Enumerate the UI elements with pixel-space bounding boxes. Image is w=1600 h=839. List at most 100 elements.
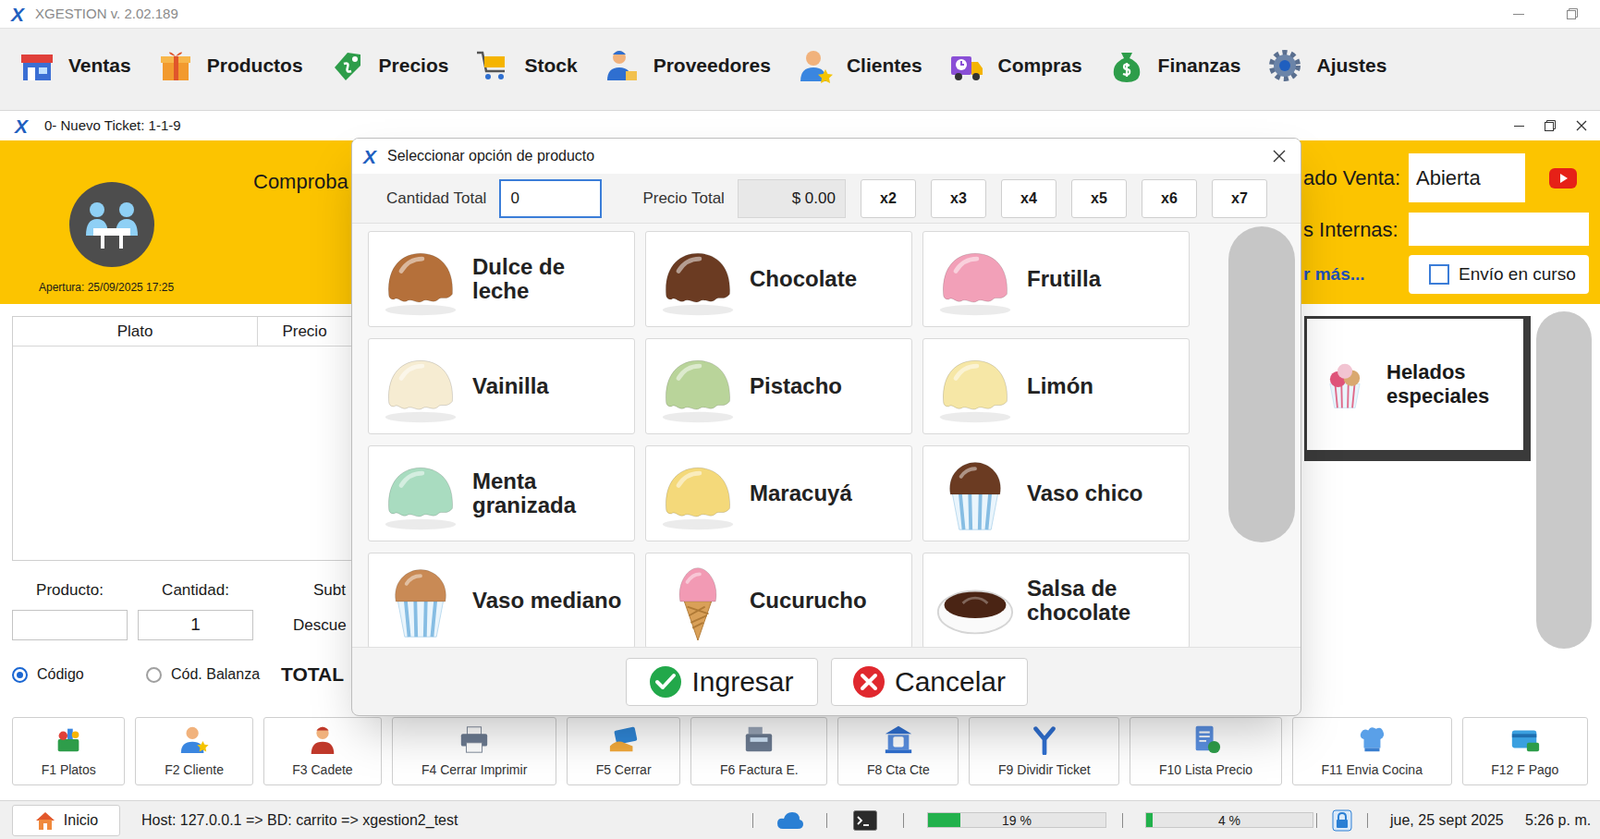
see-more-link[interactable]: r más... — [1303, 261, 1409, 289]
menu-item[interactable]: Precios — [329, 47, 450, 85]
function-key-button[interactable]: F1 Platos — [12, 717, 125, 786]
minimize-button[interactable] — [1513, 13, 1525, 15]
category-panel: Helados especiales — [1304, 304, 1600, 712]
terminal-button[interactable] — [853, 810, 878, 831]
multiplier-button[interactable]: x3 — [930, 179, 987, 219]
code-mode-radio[interactable]: Cód. Balanza — [137, 663, 254, 686]
product-option-tile[interactable]: Vainilla — [367, 338, 636, 435]
total-quantity-label: Cantidad Total — [386, 186, 487, 211]
chef-hat-icon — [1355, 723, 1388, 756]
status-separator — [1316, 813, 1318, 829]
quantity-label: Cantidad: — [137, 578, 254, 603]
status-separator — [826, 813, 828, 829]
multiplier-button[interactable]: x7 — [1211, 179, 1268, 219]
courier-icon — [306, 723, 339, 756]
home-button[interactable]: Inicio — [12, 805, 121, 837]
security-button[interactable] — [1331, 809, 1353, 832]
product-input[interactable] — [12, 610, 128, 641]
app-logo: X — [363, 146, 377, 167]
money-bag-icon — [1108, 47, 1146, 85]
menu-item[interactable]: Clientes — [796, 47, 923, 85]
product-option-tile[interactable]: Frutilla — [922, 231, 1190, 328]
dialog-close-button[interactable] — [1272, 149, 1286, 163]
notes-field[interactable] — [1408, 212, 1589, 246]
shipping-checkbox[interactable] — [1429, 264, 1450, 285]
product-option-scrollbar[interactable] — [1228, 226, 1295, 543]
status-separator — [903, 813, 904, 829]
ok-button[interactable]: Ingresar — [625, 658, 819, 707]
multiplier-button[interactable]: x6 — [1141, 179, 1197, 219]
gear-icon — [1266, 47, 1304, 85]
shipping-checkbox-field[interactable]: Envío en curso — [1408, 255, 1589, 294]
status-date: jue, 25 sept 2025 — [1390, 809, 1526, 832]
store-icon — [18, 47, 56, 85]
category-scrollbar[interactable] — [1536, 311, 1592, 649]
status-separator — [752, 813, 754, 829]
cancel-button[interactable]: Cancelar — [830, 658, 1028, 707]
close-button[interactable] — [1575, 120, 1588, 132]
ice-cream-scoop-icon — [930, 346, 1020, 427]
quantity-input[interactable]: 1 — [137, 610, 254, 641]
total-price-label: Precio Total — [642, 186, 725, 211]
function-key-button[interactable]: F5 Cerrar — [566, 717, 681, 786]
check-circle-icon — [648, 665, 683, 699]
menu-item[interactable]: Finanzas — [1108, 47, 1242, 85]
total-quantity-input[interactable]: 0 — [499, 179, 602, 219]
function-key-button[interactable]: F8 Cta Cte — [837, 717, 959, 786]
product-option-tile[interactable]: Limón — [922, 338, 1190, 435]
status-separator — [1122, 813, 1124, 829]
price-tag-icon — [329, 47, 367, 85]
ice-cream-scoop-icon — [653, 346, 743, 427]
function-key-button[interactable]: F9 Dividir Ticket — [968, 717, 1120, 786]
terminal-icon — [853, 810, 878, 831]
status-separator — [1367, 813, 1368, 829]
product-option-tile[interactable]: Salsa de chocolate — [922, 552, 1190, 648]
truck-icon — [948, 47, 986, 85]
menu-item[interactable]: Proveedores — [603, 47, 771, 85]
product-option-tile[interactable]: Vaso chico — [922, 445, 1190, 542]
function-key-button[interactable]: F12 F Pago — [1462, 717, 1588, 786]
multiplier-button[interactable]: x4 — [1001, 179, 1057, 219]
code-mode-radio[interactable]: Código — [12, 663, 128, 686]
app-window: X XGESTION v. 2.02.189 Ventas Productos … — [0, 0, 1600, 839]
function-key-button[interactable]: F3 Cadete — [263, 717, 383, 786]
menu-item[interactable]: Ventas — [18, 47, 132, 85]
product-option-tile[interactable]: Cucurucho — [645, 552, 913, 648]
app-logo: X — [14, 116, 28, 136]
usage-meter: 4 % — [1145, 812, 1314, 829]
dialog-title-bar: X Seleccionar opción de producto — [352, 138, 1301, 174]
function-key-button[interactable]: F4 Cerrar Imprimir — [391, 717, 557, 786]
product-option-tile[interactable]: Vaso mediano — [367, 552, 636, 648]
menu-item[interactable]: Ajustes — [1266, 47, 1387, 85]
function-key-button[interactable]: F11 Envia Cocina — [1292, 717, 1453, 786]
category-card[interactable]: Helados especiales — [1304, 316, 1531, 462]
restore-button[interactable] — [1566, 8, 1578, 20]
product-option-tile[interactable]: Menta granizada — [367, 445, 636, 542]
multiplier-button[interactable]: x2 — [860, 179, 917, 219]
cloud-button[interactable] — [776, 810, 805, 831]
product-option-tile[interactable]: Maracuyá — [645, 445, 913, 542]
restore-button[interactable] — [1544, 120, 1556, 132]
notes-label: s Internas: — [1303, 214, 1409, 245]
usage-meter: 19 % — [927, 812, 1107, 829]
ticket-window-title: 0- Nuevo Ticket: 1-1-9 — [44, 115, 182, 137]
minimize-button[interactable] — [1514, 125, 1525, 127]
product-option-tile[interactable]: Chocolate — [645, 231, 913, 328]
menu-item[interactable]: Compras — [948, 47, 1083, 85]
product-label: Producto: — [12, 578, 128, 603]
function-key-button[interactable]: F10 Lista Precio — [1129, 717, 1283, 786]
bank-icon — [882, 723, 915, 756]
column-header[interactable]: Precio — [257, 317, 352, 346]
status-bar: Inicio Host: 127.0.0.1 => BD: carrito =>… — [0, 800, 1600, 839]
product-option-tile[interactable]: Pistacho — [645, 338, 913, 435]
column-header[interactable]: Plato — [12, 317, 258, 346]
product-option-tile[interactable]: Dulce de leche — [367, 231, 636, 328]
function-key-button[interactable]: F6 Factura E. — [690, 717, 828, 786]
multiplier-button[interactable]: x5 — [1071, 179, 1127, 219]
function-key-button[interactable]: F2 Cliente — [134, 717, 253, 786]
close-icon — [1575, 120, 1588, 132]
client-icon — [178, 723, 210, 756]
menu-item[interactable]: Stock — [474, 47, 577, 85]
menu-item[interactable]: Productos — [157, 47, 304, 85]
video-button[interactable] — [1549, 168, 1577, 189]
